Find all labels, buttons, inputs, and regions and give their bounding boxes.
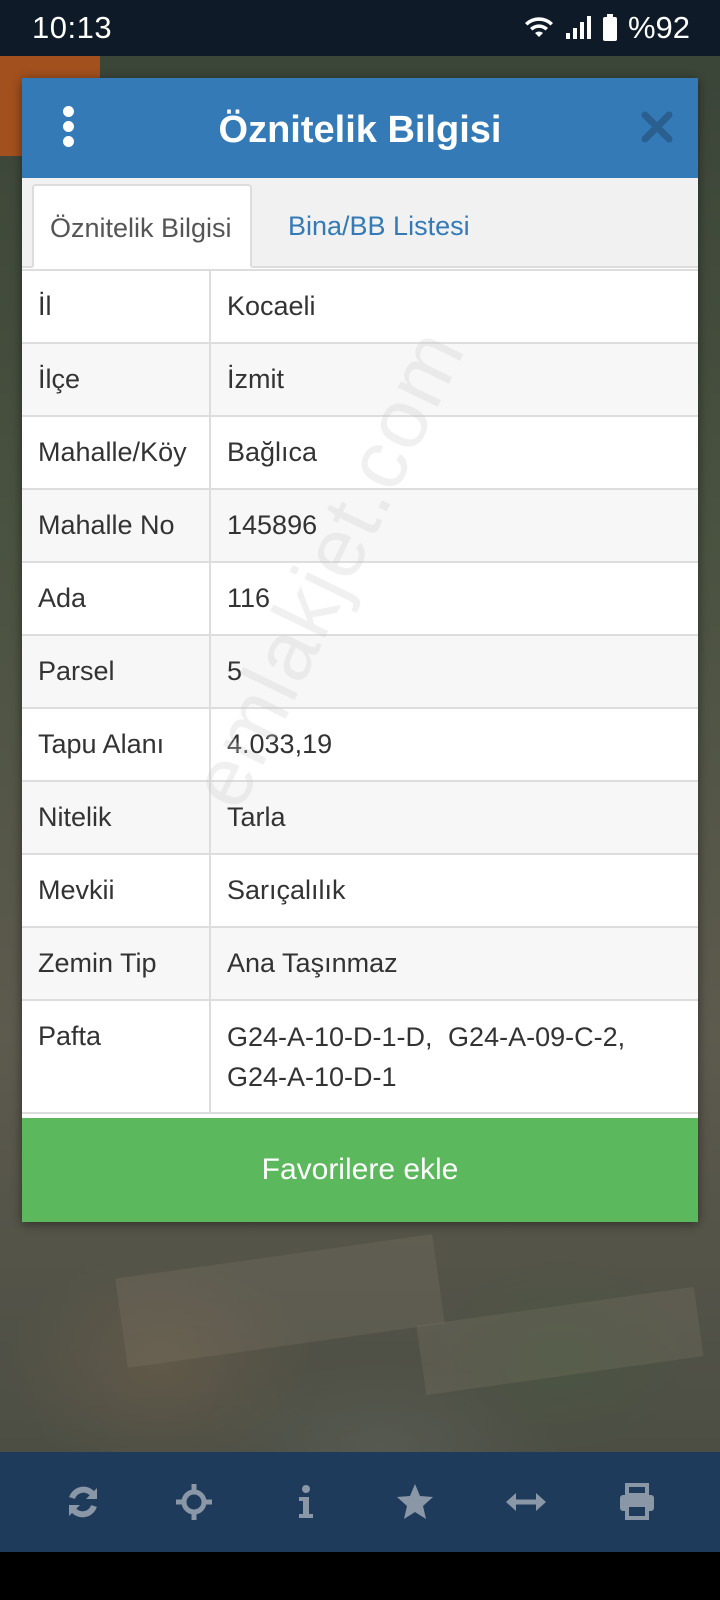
row-value: 145896 <box>209 488 698 563</box>
row-value: Ana Taşınmaz <box>209 926 698 1001</box>
horizontal-arrows-icon[interactable] <box>496 1472 556 1532</box>
status-time: 10:13 <box>32 10 113 45</box>
table-row: Mahalle/Köy Bağlıca <box>22 415 698 490</box>
table-row: Mevkii Sarıçalılık <box>22 853 698 928</box>
row-key: Parsel <box>22 634 211 709</box>
battery-percent: %92 <box>627 10 690 45</box>
table-row: Parsel 5 <box>22 634 698 709</box>
row-key: Mevkii <box>22 853 211 928</box>
table-row: İl Kocaeli <box>22 269 698 344</box>
map-field <box>416 1286 704 1396</box>
modal-header: Öznitelik Bilgisi <box>22 78 698 178</box>
row-key: İl <box>22 269 211 344</box>
attribute-modal: Öznitelik Bilgisi Öznitelik Bilgisi Bina… <box>22 78 698 1222</box>
bottom-toolbar <box>0 1452 720 1552</box>
print-icon[interactable] <box>607 1472 667 1532</box>
row-value: İzmit <box>209 342 698 417</box>
table-row: Ada 116 <box>22 561 698 636</box>
map-field <box>115 1234 445 1368</box>
table-row: Nitelik Tarla <box>22 780 698 855</box>
crosshair-icon[interactable] <box>164 1472 224 1532</box>
tab-building-list[interactable]: Bina/BB Listesi <box>270 184 488 268</box>
modal-title: Öznitelik Bilgisi <box>218 109 502 151</box>
row-value: 5 <box>209 634 698 709</box>
status-bar: 10:13 %92 <box>0 0 720 56</box>
table-row: Tapu Alanı 4.033,19 <box>22 707 698 782</box>
row-key: Mahalle No <box>22 488 211 563</box>
row-key: Mahalle/Köy <box>22 415 211 490</box>
battery-icon <box>602 14 618 42</box>
table-row: Zemin Tip Ana Taşınmaz <box>22 926 698 1001</box>
row-key: Tapu Alanı <box>22 707 211 782</box>
status-icons: %92 <box>524 10 690 46</box>
attribute-table: İl Kocaeli İlçe İzmit Mahalle/Köy Bağlıca M… <box>22 269 698 1114</box>
wifi-icon <box>524 15 554 41</box>
info-icon[interactable] <box>275 1472 335 1532</box>
row-value: 116 <box>209 561 698 636</box>
star-icon[interactable] <box>385 1472 445 1532</box>
signal-icon <box>564 15 592 41</box>
row-value: G24-A-10-D-1-D, G24-A-09-C-2, G24-A-10-D… <box>209 999 698 1114</box>
row-key: İlçe <box>22 342 211 417</box>
system-nav-bar <box>0 1552 720 1600</box>
table-row: Mahalle No 145896 <box>22 488 698 563</box>
row-key: Nitelik <box>22 780 211 855</box>
row-value: Bağlıca <box>209 415 698 490</box>
tab-bar: Öznitelik Bilgisi Bina/BB Listesi <box>22 178 698 268</box>
row-value: 4.033,19 <box>209 707 698 782</box>
tab-attributes[interactable]: Öznitelik Bilgisi <box>32 184 252 268</box>
row-key: Ada <box>22 561 211 636</box>
row-value: Kocaeli <box>209 269 698 344</box>
table-row: İlçe İzmit <box>22 342 698 417</box>
close-icon[interactable] <box>638 108 676 146</box>
row-key: Pafta <box>22 999 211 1114</box>
row-value: Tarla <box>209 780 698 855</box>
row-value: Sarıçalılık <box>209 853 698 928</box>
add-to-favorites-button[interactable]: Favorilere ekle <box>22 1118 698 1222</box>
refresh-icon[interactable] <box>53 1472 113 1532</box>
row-key: Zemin Tip <box>22 926 211 1001</box>
table-row: Pafta G24-A-10-D-1-D, G24-A-09-C-2, G24-A… <box>22 999 698 1114</box>
